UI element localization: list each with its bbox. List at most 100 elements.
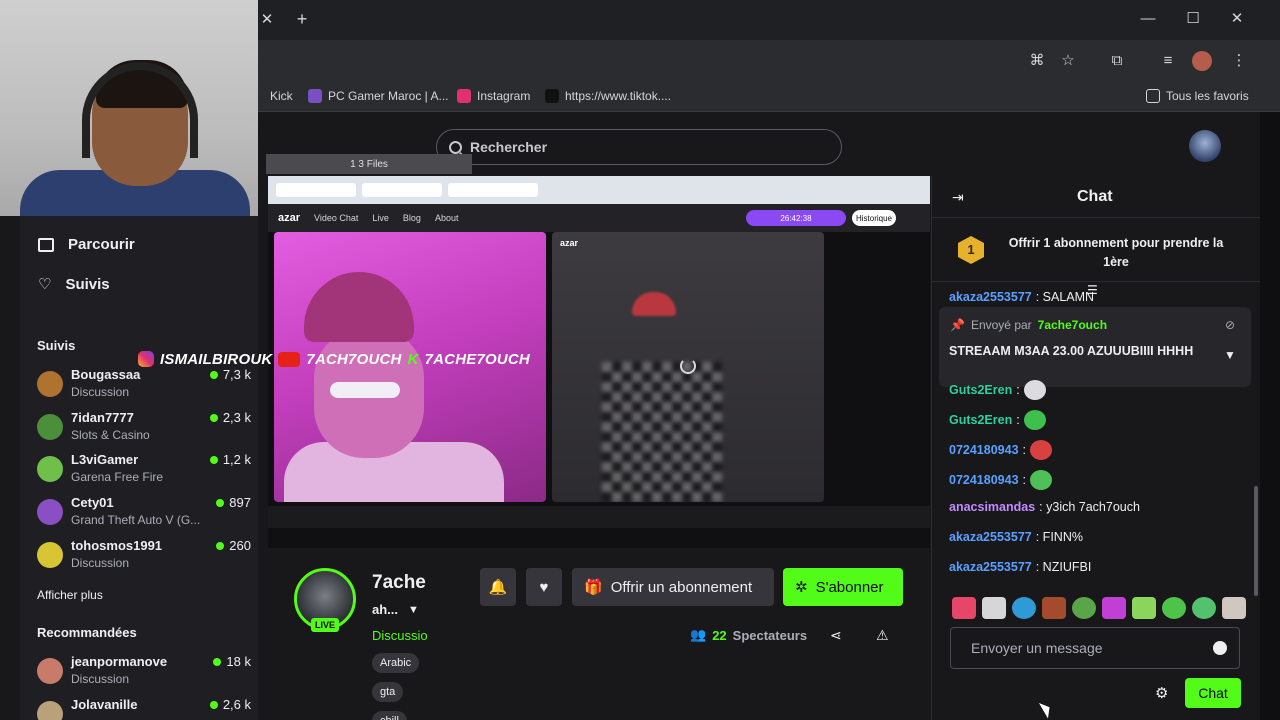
extensions-icon[interactable]: ⧉ <box>1105 51 1129 71</box>
emote-bar <box>952 597 1246 619</box>
session-pill: 26:42:38 <box>746 210 846 226</box>
sidebar-channel-l3vigamer[interactable]: L3viGamer Garena Free Fire 1,2 k <box>37 452 251 492</box>
chat-message: Guts2Eren : <box>949 410 1046 430</box>
stream-category[interactable]: Discussio <box>372 628 428 643</box>
media-icon[interactable]: ≡ <box>1156 51 1180 71</box>
follow-button[interactable]: ♥ <box>526 568 562 606</box>
subscribe-button[interactable]: ✲ S'abonner <box>783 568 903 606</box>
streamer-glasses <box>330 382 400 398</box>
chat-message: akaza2553577 : FINN% <box>949 530 1083 544</box>
azar-logo: azar <box>560 238 579 248</box>
live-dot-icon <box>209 455 218 464</box>
chat-scrollbar[interactable] <box>1254 486 1258 596</box>
recommended-section-title: Recommandées <box>37 625 137 640</box>
avatar <box>37 499 63 525</box>
gift-subscription-button[interactable]: 🎁 Offrir un abonnement <box>572 568 774 606</box>
chat-message: anacsimandas : y3ich 7ach7ouch <box>949 500 1140 514</box>
nav-following[interactable]: ♡ Suivis <box>38 275 110 294</box>
sidebar-channel-jolavanille[interactable]: Jolavanille 2,6 k <box>37 697 251 720</box>
share-icon[interactable]: ⋖ <box>830 627 842 644</box>
users-icon: 👥 <box>690 627 707 642</box>
emote-icon[interactable] <box>1162 597 1186 619</box>
bookmark-instagram[interactable]: Instagram <box>457 89 530 103</box>
streamer-cap <box>304 272 414 342</box>
sidebar-channel-cety01[interactable]: Cety01 Grand Theft Auto V (G... 897 <box>37 495 251 535</box>
page-edge <box>1260 112 1280 720</box>
stream-browser-tabs <box>268 176 930 204</box>
close-tab-icon[interactable]: ✕ <box>255 10 279 30</box>
live-dot-icon <box>209 413 218 422</box>
azar-logo: azar <box>278 212 301 224</box>
chat-message: 0724180943 : <box>949 440 1053 460</box>
notification-button[interactable]: 🔔 <box>480 568 516 606</box>
emote-icon[interactable] <box>1192 597 1216 619</box>
emote-icon[interactable] <box>952 597 976 619</box>
avatar <box>37 414 63 440</box>
emoji-icon[interactable] <box>1213 641 1227 655</box>
chevron-down-icon: ▼ <box>408 603 419 616</box>
emote-icon[interactable] <box>1132 597 1156 619</box>
bookmark-tiktok[interactable]: https://www.tiktok.... <box>545 89 671 103</box>
instagram-icon <box>138 351 154 367</box>
viewer-count: 897 <box>216 495 251 510</box>
send-chat-button[interactable]: Chat <box>1185 678 1241 708</box>
all-bookmarks[interactable]: Tous les favoris <box>1146 89 1249 103</box>
tag-gta[interactable]: gta <box>372 682 404 702</box>
report-icon[interactable]: ⚠ <box>876 627 889 644</box>
menu-icon[interactable]: ⋮ <box>1227 51 1251 71</box>
emote-icon[interactable] <box>1072 597 1096 619</box>
browse-icon <box>38 237 54 252</box>
gift-icon: 🎁 <box>584 579 603 596</box>
user-avatar[interactable] <box>1189 130 1221 162</box>
tag-arabic[interactable]: Arabic <box>372 653 420 673</box>
search-input[interactable]: Rechercher <box>436 129 842 165</box>
collapse-chat-icon[interactable]: ⇥ <box>952 189 964 206</box>
stream-site-nav: azar Video Chat Live Blog About 26:42:38… <box>268 204 930 232</box>
chevron-down-icon[interactable]: ▼ <box>1224 348 1236 362</box>
files-label: 1 3 Files <box>266 154 472 174</box>
viewer-count: 👥 22 Spectateurs <box>690 627 808 643</box>
emote-icon <box>1030 470 1053 490</box>
stream-tab <box>362 183 442 197</box>
stream-title[interactable]: ah... ▼ <box>372 602 419 617</box>
emote-icon[interactable] <box>1042 597 1066 619</box>
emote-icon[interactable] <box>1102 597 1126 619</box>
close-window-icon[interactable]: ✕ <box>1225 9 1249 29</box>
sidebar-channel-bougassaa[interactable]: Bougassaa Discussion 7,3 k <box>37 367 251 407</box>
new-tab-icon[interactable]: + <box>290 9 314 29</box>
stream-tab <box>448 183 538 197</box>
tiktok-icon <box>545 89 559 103</box>
emote-icon[interactable] <box>1222 597 1246 619</box>
viewer-count: 2,6 k <box>209 697 251 712</box>
nav-browse[interactable]: Parcourir <box>38 236 135 253</box>
emote-icon[interactable] <box>1012 597 1036 619</box>
chat-message: akaza2553577 : NZIUFBI <box>949 560 1092 574</box>
gift-banner-text: Offrir 1 abonnement pour prendre la 1ère <box>1008 236 1224 269</box>
gear-icon[interactable]: ⚙ <box>1155 684 1168 702</box>
chat-message-input[interactable]: Envoyer un message <box>950 627 1240 669</box>
star-icon[interactable]: ☆ <box>1056 51 1080 71</box>
live-dot-icon <box>216 541 225 550</box>
translate-icon[interactable]: ⌘ <box>1025 51 1049 71</box>
emote-icon <box>1023 380 1046 400</box>
viewer-count: 260 <box>216 538 251 553</box>
bookmark-pc-gamer[interactable]: PC Gamer Maroc | A... <box>308 89 448 103</box>
maximize-icon[interactable]: ☐ <box>1181 9 1205 29</box>
minimize-icon[interactable]: — <box>1136 9 1160 29</box>
kick-icon: K <box>407 350 419 368</box>
show-more-link[interactable]: Afficher plus <box>37 588 103 602</box>
sidebar-channel-tohosmos1991[interactable]: tohosmos1991 Discussion 260 <box>37 538 251 578</box>
emote-icon[interactable] <box>982 597 1006 619</box>
hide-pin-icon[interactable]: ⊘ <box>1225 318 1235 332</box>
avatar <box>37 658 63 684</box>
heart-icon: ♡ <box>38 276 52 293</box>
partner-shirt <box>602 362 722 502</box>
profile-icon[interactable] <box>1192 51 1212 71</box>
viewer-count: 1,2 k <box>209 452 251 467</box>
tag-chill[interactable]: chill <box>372 711 407 720</box>
sidebar-channel-7idan7777[interactable]: 7idan7777 Slots & Casino 2,3 k <box>37 410 251 450</box>
viewer-count: 2,3 k <box>209 410 251 425</box>
sidebar-channel-jeanpormanove[interactable]: jeanpormanove Discussion 18 k <box>37 654 251 694</box>
bookmark-kick[interactable]: Kick <box>270 89 293 103</box>
chat-title: Chat <box>1077 188 1113 205</box>
